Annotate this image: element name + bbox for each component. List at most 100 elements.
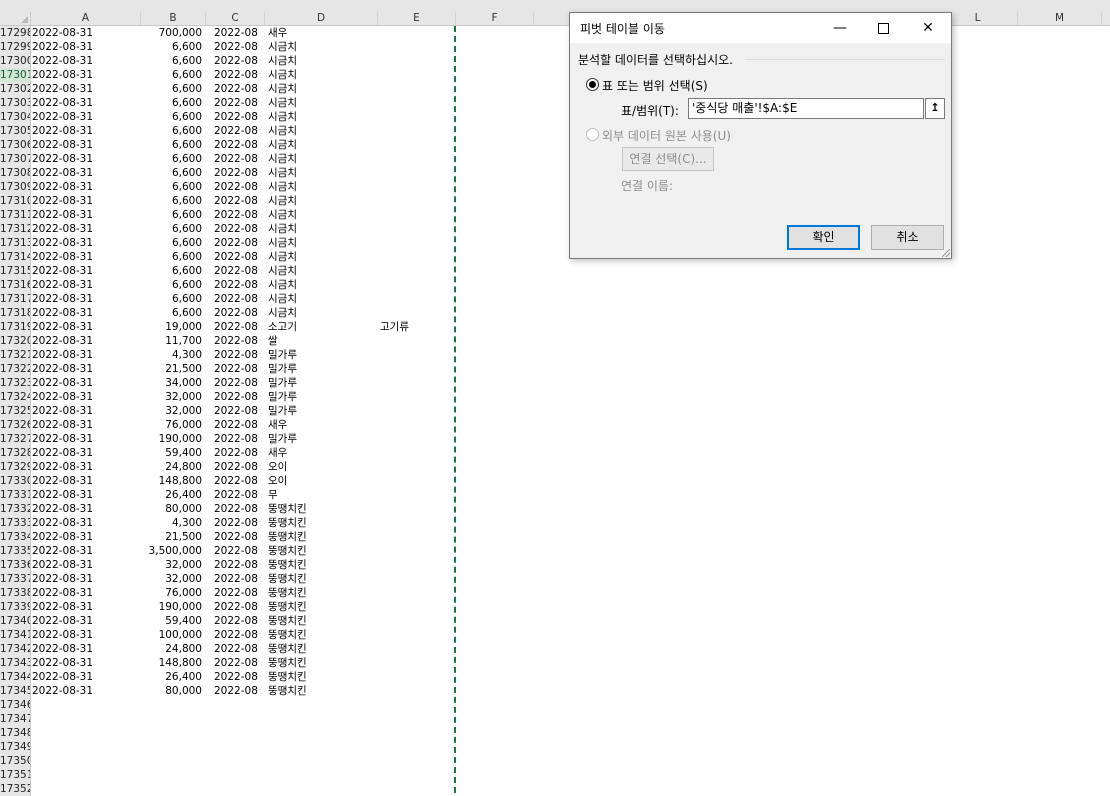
cell-amount[interactable]: 6,600: [141, 208, 202, 222]
cell-category[interactable]: [380, 768, 450, 782]
table-row[interactable]: 17335 2022-08-31 3,500,000 2022-08 뚱땡치킨: [0, 544, 1110, 558]
row-header[interactable]: 17305: [0, 124, 31, 138]
cell-item[interactable]: 시금치: [268, 236, 378, 250]
cell-amount[interactable]: 32,000: [141, 390, 202, 404]
cell-item[interactable]: [268, 712, 378, 726]
cell-amount[interactable]: 6,600: [141, 292, 202, 306]
cell-category[interactable]: [380, 418, 450, 432]
cell-category[interactable]: [380, 180, 450, 194]
radio-external-source[interactable]: [586, 128, 599, 141]
cell-month[interactable]: 2022-08: [214, 530, 264, 544]
cell-amount[interactable]: 4,300: [141, 516, 202, 530]
cell-category[interactable]: [380, 572, 450, 586]
cell-month[interactable]: 2022-08: [214, 180, 264, 194]
row-header[interactable]: 17306: [0, 138, 31, 152]
table-row[interactable]: 17341 2022-08-31 100,000 2022-08 뚱땡치킨: [0, 628, 1110, 642]
cell-item[interactable]: [268, 782, 378, 796]
table-row[interactable]: 17338 2022-08-31 76,000 2022-08 뚱땡치킨: [0, 586, 1110, 600]
row-header[interactable]: 17336: [0, 558, 31, 572]
cell-category[interactable]: 고기류: [380, 320, 450, 334]
cell-item[interactable]: 오이: [268, 460, 378, 474]
cell-date[interactable]: 2022-08-31: [32, 670, 132, 684]
cell-month[interactable]: 2022-08: [214, 292, 264, 306]
cell-month[interactable]: 2022-08: [214, 222, 264, 236]
cell-category[interactable]: [380, 82, 450, 96]
cell-month[interactable]: 2022-08: [214, 362, 264, 376]
row-header[interactable]: 17322: [0, 362, 31, 376]
cell-item[interactable]: 시금치: [268, 180, 378, 194]
row-header[interactable]: 17338: [0, 586, 31, 600]
cell-category[interactable]: [380, 614, 450, 628]
cell-month[interactable]: 2022-08: [214, 488, 264, 502]
cell-category[interactable]: [380, 26, 450, 40]
cell-amount[interactable]: 21,500: [141, 530, 202, 544]
cell-category[interactable]: [380, 250, 450, 264]
cell-amount[interactable]: [141, 712, 202, 726]
cell-category[interactable]: [380, 530, 450, 544]
row-header[interactable]: 17308: [0, 166, 31, 180]
cell-date[interactable]: 2022-08-31: [32, 264, 132, 278]
cell-item[interactable]: 뚱땡치킨: [268, 544, 378, 558]
table-row[interactable]: 17317 2022-08-31 6,600 2022-08 시금치: [0, 292, 1110, 306]
range-collapse-icon[interactable]: ↥: [925, 98, 945, 119]
cell-category[interactable]: [380, 754, 450, 768]
cell-date[interactable]: [32, 698, 132, 712]
cell-item[interactable]: 시금치: [268, 292, 378, 306]
cell-item[interactable]: 시금치: [268, 152, 378, 166]
cell-month[interactable]: 2022-08: [214, 446, 264, 460]
table-row[interactable]: 17337 2022-08-31 32,000 2022-08 뚱땡치킨: [0, 572, 1110, 586]
cell-amount[interactable]: 3,500,000: [141, 544, 202, 558]
cell-date[interactable]: 2022-08-31: [32, 166, 132, 180]
row-header[interactable]: 17351: [0, 768, 31, 782]
cell-month[interactable]: 2022-08: [214, 208, 264, 222]
cell-month[interactable]: 2022-08: [214, 544, 264, 558]
cell-amount[interactable]: 148,800: [141, 474, 202, 488]
cell-category[interactable]: [380, 68, 450, 82]
cell-date[interactable]: 2022-08-31: [32, 306, 132, 320]
cell-amount[interactable]: 76,000: [141, 586, 202, 600]
row-header[interactable]: 17325: [0, 404, 31, 418]
cell-item[interactable]: 밀가루: [268, 348, 378, 362]
cell-month[interactable]: 2022-08: [214, 236, 264, 250]
cell-month[interactable]: 2022-08: [214, 26, 264, 40]
cell-month[interactable]: 2022-08: [214, 264, 264, 278]
table-row[interactable]: 17346: [0, 698, 1110, 712]
cell-amount[interactable]: 6,600: [141, 264, 202, 278]
table-row[interactable]: 17331 2022-08-31 26,400 2022-08 무: [0, 488, 1110, 502]
cell-amount[interactable]: 700,000: [141, 26, 202, 40]
cell-item[interactable]: 밀가루: [268, 376, 378, 390]
cell-category[interactable]: [380, 124, 450, 138]
cell-item[interactable]: 새우: [268, 418, 378, 432]
cell-month[interactable]: 2022-08: [214, 96, 264, 110]
cell-category[interactable]: [380, 96, 450, 110]
table-row[interactable]: 17329 2022-08-31 24,800 2022-08 오이: [0, 460, 1110, 474]
radio-table-or-range[interactable]: [586, 78, 599, 91]
row-header[interactable]: 17303: [0, 96, 31, 110]
cell-date[interactable]: 2022-08-31: [32, 348, 132, 362]
cell-item[interactable]: 무: [268, 488, 378, 502]
cell-date[interactable]: 2022-08-31: [32, 194, 132, 208]
table-row[interactable]: 17332 2022-08-31 80,000 2022-08 뚱땡치킨: [0, 502, 1110, 516]
cell-amount[interactable]: 6,600: [141, 82, 202, 96]
cell-month[interactable]: 2022-08: [214, 82, 264, 96]
cell-item[interactable]: 뚱땡치킨: [268, 628, 378, 642]
row-header[interactable]: 17344: [0, 670, 31, 684]
cell-item[interactable]: 밀가루: [268, 404, 378, 418]
cell-category[interactable]: [380, 362, 450, 376]
cell-category[interactable]: [380, 292, 450, 306]
cell-amount[interactable]: 59,400: [141, 614, 202, 628]
row-header[interactable]: 17304: [0, 110, 31, 124]
cell-month[interactable]: 2022-08: [214, 376, 264, 390]
cell-category[interactable]: [380, 656, 450, 670]
cell-item[interactable]: 시금치: [268, 264, 378, 278]
table-row[interactable]: 17324 2022-08-31 32,000 2022-08 밀가루: [0, 390, 1110, 404]
cell-category[interactable]: [380, 404, 450, 418]
cell-amount[interactable]: 76,000: [141, 418, 202, 432]
cell-item[interactable]: 뚱땡치킨: [268, 670, 378, 684]
cell-item[interactable]: 밀가루: [268, 432, 378, 446]
cell-item[interactable]: 새우: [268, 446, 378, 460]
row-header[interactable]: 17299: [0, 40, 31, 54]
cell-category[interactable]: [380, 348, 450, 362]
cell-date[interactable]: 2022-08-31: [32, 432, 132, 446]
cell-month[interactable]: [214, 768, 264, 782]
